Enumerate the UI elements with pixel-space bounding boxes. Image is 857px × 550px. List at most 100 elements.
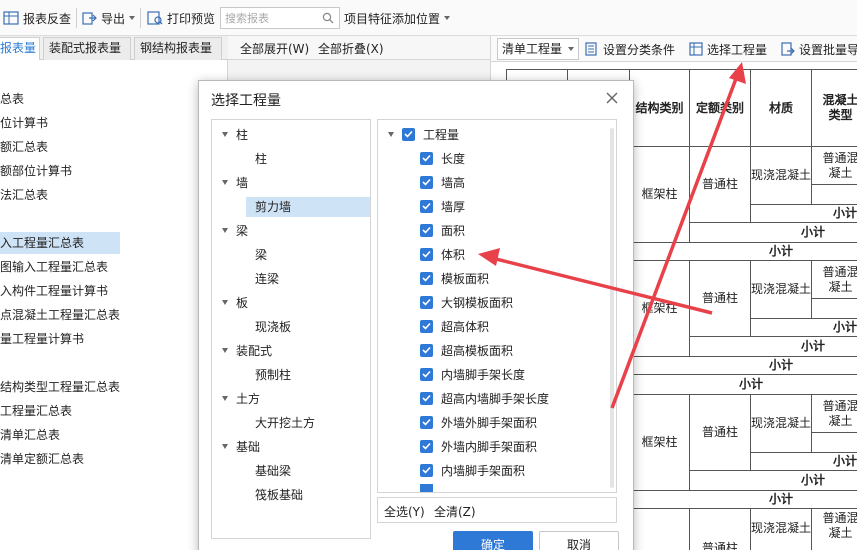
report-list-item[interactable]: 总表 [0,88,227,110]
quantity-root-row[interactable]: 工程量 [388,124,459,144]
tree-leaf[interactable]: 连梁 [212,269,370,289]
report-list-item[interactable]: 点混凝土工程量汇总表 [0,304,227,326]
quantity-item[interactable]: 面积 [420,220,465,240]
checkbox-checked[interactable] [420,175,433,189]
subtotal-cell: 小计 [630,243,857,261]
quantity-type-select[interactable]: 清单工程量 [497,38,579,60]
subtotal-cell: 小计 [751,453,857,471]
tree-leaf-selected[interactable]: 剪力墙 [246,197,370,217]
tree-node-slab[interactable]: 板 [222,293,248,313]
tree-node-wall[interactable]: 墙 [222,173,248,193]
tree-node-earthwork[interactable]: 土方 [222,389,260,409]
tree-header: 全部展开(W) 全部折叠(X) [228,36,490,60]
checkbox-checked[interactable] [420,367,433,381]
report-list-item[interactable]: 入构件工程量计算书 [0,280,227,302]
quantity-item[interactable]: 长度 [420,148,465,168]
report-list-item[interactable]: 量工程量计算书 [0,328,227,350]
structure-type-cell: 框架柱 [630,261,690,357]
report-list-item[interactable]: 清单定额汇总表 [0,448,227,470]
checklist-scrollbar[interactable] [610,128,614,488]
report-list-item-selected[interactable]: 入工程量汇总表 [0,232,120,254]
quantity-item[interactable]: 超高模板面积 [420,340,513,360]
subtotal-cell: 小计 [751,205,857,223]
tree-leaf[interactable]: 预制柱 [212,365,370,385]
quantity-item[interactable]: 模板面积 [420,268,489,288]
tree-leaf[interactable]: 筏板基础 [212,485,370,505]
report-list-item[interactable]: 位计算书 [0,112,227,134]
close-icon[interactable] [603,89,621,107]
tree-node-beam[interactable]: 梁 [222,221,248,241]
cancel-button[interactable]: 取消 [539,531,619,550]
checkbox-checked[interactable] [420,247,433,261]
report-list-item[interactable]: 结构类型工程量汇总表 [0,376,227,398]
quantity-root-label: 工程量 [423,127,460,142]
clear-all-button[interactable]: 全清(Z) [434,503,476,520]
set-batch-button[interactable]: 设置批量导 [781,41,857,57]
checkbox-checked[interactable] [420,343,433,357]
quota-type-cell: 普通柱 [690,261,751,337]
quantity-item[interactable]: 超高体积 [420,316,489,336]
feature-position-dropdown[interactable]: 项目特征添加位置 [344,9,451,27]
quantity-item[interactable]: 外墙内脚手架面积 [420,436,537,456]
check-icon [422,178,431,186]
check-icon [422,250,431,258]
tab-steel-report[interactable]: 钢结构报表量 [134,37,222,60]
tree-leaf[interactable]: 基础梁 [212,461,370,481]
select-all-button[interactable]: 全选(Y) [384,503,425,520]
checkbox-checked[interactable] [420,463,433,477]
tree-leaf[interactable]: 梁 [212,245,370,265]
checkbox-checked[interactable] [420,151,433,165]
subtotal-cell: 小计 [690,337,857,357]
expand-all-button[interactable]: 全部展开(W) [240,40,309,57]
tab-prefab-report[interactable]: 装配式报表量 [43,37,131,60]
checkbox-checked[interactable] [420,199,433,213]
tree-node-prefab[interactable]: 装配式 [222,341,272,361]
quantity-item[interactable]: 内墙脚手架面积 [420,460,525,480]
check-icon [422,202,431,210]
report-list-item[interactable]: 法汇总表 [0,184,227,206]
checkbox-checked[interactable] [420,439,433,453]
tree-leaf[interactable]: 现浇板 [212,317,370,337]
tab-report-quantity[interactable]: 报表量 [0,37,40,61]
checkbox-checked[interactable] [420,391,433,405]
ok-button[interactable]: 确定 [453,531,533,550]
collapse-all-button[interactable]: 全部折叠(X) [318,40,384,57]
print-preview-button[interactable]: 打印预览 [147,9,215,27]
structure-type-cell: 框架柱 [630,395,690,491]
report-list-item[interactable]: 清单汇总表 [0,424,227,446]
search-icon[interactable] [322,12,334,24]
select-quantity-button[interactable]: 选择工程量 [689,41,767,57]
quantity-item[interactable]: 体积 [420,244,465,264]
tree-node-foundation[interactable]: 基础 [222,437,260,457]
checkbox-checked[interactable] [420,223,433,237]
quantity-item[interactable]: 墙厚 [420,196,465,216]
report-search-input[interactable] [225,9,321,27]
checkbox-checked[interactable] [420,295,433,309]
report-list-item[interactable]: 工程量汇总表 [0,400,227,422]
export-button[interactable]: 导出 [82,9,136,27]
quota-type-cell: 普通柱 [690,395,751,471]
table-header: 混凝土类型 [812,69,857,147]
checkbox-checked[interactable] [420,319,433,333]
report-list-item[interactable]: 额汇总表 [0,136,227,158]
checkbox-checked[interactable] [420,415,433,429]
checkbox-checked[interactable] [402,127,415,141]
checkbox-checked[interactable] [420,271,433,285]
set-condition-button[interactable]: 设置分类条件 [585,41,675,57]
quantity-item[interactable]: 内墙脚手架长度 [420,364,525,384]
batch-import-icon [781,42,795,56]
checkbox-checked[interactable] [420,484,433,492]
tree-node-column[interactable]: 柱 [222,125,248,145]
tree-leaf[interactable]: 大开挖土方 [212,413,370,433]
report-check-button[interactable]: 报表反查 [3,9,71,27]
quantity-item[interactable]: 大钢模板面积 [420,292,513,312]
quantity-item[interactable]: 墙高 [420,172,465,192]
report-list-item[interactable]: 额部位计算书 [0,160,227,182]
tree-leaf[interactable]: 柱 [212,149,370,169]
select-actions-bar: 全选(Y) 全清(Z) [377,497,617,523]
quantity-item[interactable]: 外墙外脚手架面积 [420,412,537,432]
quantity-item[interactable]: 超高内墙脚手架长度 [420,388,549,408]
report-list-item[interactable]: 图输入工程量汇总表 [0,256,227,278]
tree-node-label: 土方 [236,392,261,406]
quantity-item-partial[interactable] [420,484,441,492]
